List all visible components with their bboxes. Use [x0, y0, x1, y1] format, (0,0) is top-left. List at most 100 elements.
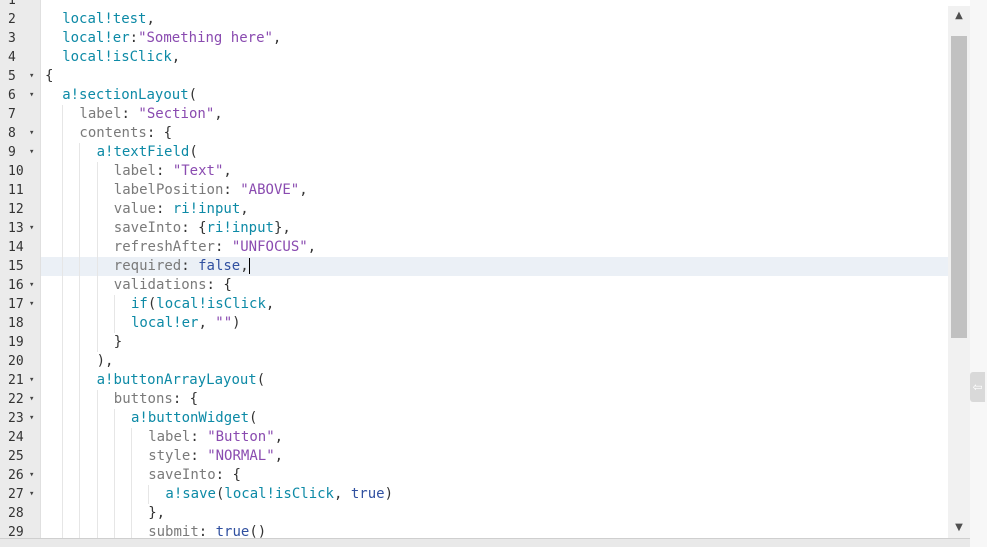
code-line[interactable]: }, — [41, 504, 948, 523]
line-number-label: 6 — [8, 88, 16, 103]
code-line[interactable]: value: ri!input, — [41, 200, 948, 219]
active-code-line[interactable]: required: false, — [41, 257, 948, 276]
line-number: 15 — [0, 257, 40, 276]
line-number-label: 14 — [8, 240, 24, 255]
fold-toggle-icon[interactable]: ▾ — [29, 143, 34, 162]
fold-toggle-icon[interactable]: ▾ — [29, 295, 34, 314]
code-line[interactable]: local!er, "") — [41, 314, 948, 333]
code-line[interactable]: validations: { — [41, 276, 948, 295]
code-token: label — [113, 163, 156, 179]
fold-toggle-icon[interactable]: ▾ — [29, 390, 34, 409]
fold-toggle-icon[interactable]: ▾ — [29, 276, 34, 295]
code-line[interactable]: { — [41, 67, 948, 86]
line-number-gutter: 1 2 3 4 5 ▾ 6 ▾ 7 8 ▾ 9 ▾ 10 11 12 13 ▾ 14 15 16 ▾ 17 ▾ 18 19 20 21… — [0, 0, 41, 540]
scroll-down-arrow-icon[interactable]: ▼ — [948, 518, 970, 538]
code-line[interactable]: local!isClick, — [41, 48, 948, 67]
code-token: , — [146, 11, 155, 27]
vertical-scrollbar[interactable]: ▲ ▼ — [948, 6, 970, 538]
code-line[interactable]: } — [41, 333, 948, 352]
indent-guide — [62, 504, 64, 523]
right-panel-strip — [970, 0, 987, 547]
code-line[interactable]: label: "Button", — [41, 428, 948, 447]
code-line[interactable] — [41, 0, 948, 10]
fold-toggle-icon[interactable]: ▾ — [29, 485, 34, 504]
code-line[interactable]: saveInto: {ri!input}, — [41, 219, 948, 238]
code-editor[interactable]: 1 2 3 4 5 ▾ 6 ▾ 7 8 ▾ 9 ▾ 10 11 12 13 ▾ 14 15 16 ▾ 17 ▾ 18 19 20 21… — [0, 0, 987, 547]
code-line[interactable]: local!test, — [41, 10, 948, 29]
line-number-label: 23 — [8, 411, 24, 426]
code-token: "ABOVE" — [240, 182, 300, 198]
code-line[interactable]: submit: true() — [41, 523, 948, 538]
code-line[interactable]: refreshAfter: "UNFOCUS", — [41, 238, 948, 257]
code-line[interactable]: local!er:"Something here", — [41, 29, 948, 48]
indent-guide — [79, 485, 81, 504]
code-token: a!sectionLayout — [62, 87, 189, 103]
fold-toggle-icon[interactable]: ▾ — [29, 371, 34, 390]
fold-toggle-icon[interactable]: ▾ — [29, 67, 34, 86]
code-line[interactable]: saveInto: { — [41, 466, 948, 485]
code-line[interactable]: if(local!isClick, — [41, 295, 948, 314]
line-number: 22 ▾ — [0, 390, 40, 409]
code-token: , — [240, 201, 249, 217]
indent-guide — [131, 485, 132, 504]
code-token: }, — [148, 505, 166, 521]
code-line[interactable]: contents: { — [41, 124, 948, 143]
code-line[interactable]: style: "NORMAL", — [41, 447, 948, 466]
code-text: { — [45, 67, 53, 86]
line-number-label: 2 — [8, 12, 16, 27]
indent-guide — [79, 314, 81, 333]
code-token: } — [113, 334, 123, 350]
indent-guide — [96, 504, 98, 523]
code-line[interactable]: a!sectionLayout( — [41, 86, 948, 105]
code-token: true — [350, 486, 385, 502]
code-token: a!buttonWidget — [131, 410, 250, 426]
code-token: : — [190, 429, 208, 445]
code-token: }, — [273, 220, 291, 236]
code-token: , — [265, 296, 275, 312]
code-line[interactable]: a!save(local!isClick, true) — [41, 485, 948, 504]
code-text: local!test, — [62, 10, 155, 29]
fold-toggle-icon[interactable]: ▾ — [29, 409, 34, 428]
indent-guide — [96, 428, 98, 447]
line-number: 26 ▾ — [0, 466, 40, 485]
code-token: : — [190, 448, 208, 464]
indent-guide — [113, 428, 115, 447]
indent-guide — [79, 447, 81, 466]
indent-guide — [96, 485, 98, 504]
indent-guide — [62, 314, 64, 333]
scroll-up-arrow-icon[interactable]: ▲ — [948, 6, 970, 26]
line-number: 27 ▾ — [0, 485, 40, 504]
scrollbar-thumb[interactable] — [951, 36, 967, 338]
fold-toggle-icon[interactable]: ▾ — [29, 124, 34, 143]
code-token: , — [333, 486, 351, 502]
line-number-label: 24 — [8, 430, 24, 445]
code-line[interactable]: label: "Section", — [41, 105, 948, 124]
indent-guide — [96, 200, 98, 219]
line-number: 10 — [0, 162, 40, 181]
code-line[interactable]: ), — [41, 352, 948, 371]
code-line[interactable]: a!buttonWidget( — [41, 409, 948, 428]
code-line[interactable]: label: "Text", — [41, 162, 948, 181]
indent-guide — [79, 466, 81, 485]
arrow-left-icon[interactable]: ⇦ — [972, 380, 982, 394]
code-line[interactable]: a!textField( — [41, 143, 948, 162]
code-text-area[interactable]: local!test, local!er:"Something here", loc… — [41, 0, 948, 538]
code-text: a!textField( — [97, 143, 198, 162]
code-text: saveInto: {ri!input}, — [114, 219, 291, 238]
code-text: local!er:"Something here", — [62, 29, 281, 48]
indent-guide — [79, 333, 81, 352]
code-line[interactable]: labelPosition: "ABOVE", — [41, 181, 948, 200]
collapse-panel-tab[interactable]: ⇦ — [970, 372, 985, 402]
indent-guide — [113, 504, 115, 523]
code-line[interactable]: a!buttonArrayLayout( — [41, 371, 948, 390]
line-number-label: 27 — [8, 487, 24, 502]
fold-toggle-icon[interactable]: ▾ — [29, 86, 34, 105]
line-number-label: 15 — [8, 259, 24, 274]
fold-toggle-icon[interactable]: ▾ — [29, 466, 34, 485]
code-token: labelPosition — [113, 182, 224, 198]
indent-guide — [79, 371, 81, 390]
code-text: a!buttonArrayLayout( — [97, 371, 266, 390]
fold-toggle-icon[interactable]: ▾ — [29, 219, 34, 238]
horizontal-scrollbar[interactable] — [0, 538, 970, 547]
code-line[interactable]: buttons: { — [41, 390, 948, 409]
